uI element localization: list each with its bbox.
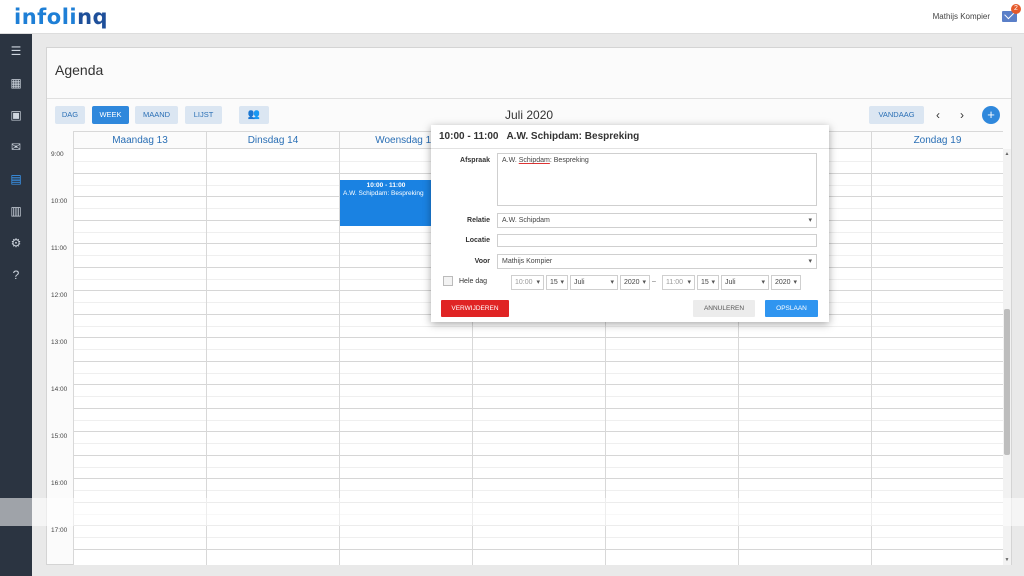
afspraak-textarea[interactable]: A.W. Schipdam: Bespreking xyxy=(497,153,817,206)
save-button[interactable]: OPSLAAN xyxy=(765,300,818,317)
afspraak-label: Afspraak xyxy=(460,157,490,164)
voor-label: Voor xyxy=(474,258,490,265)
overlay-dim xyxy=(0,498,1024,526)
scroll-up-icon[interactable]: ▲ xyxy=(1004,151,1010,157)
today-button[interactable]: VANDAAG xyxy=(869,106,924,124)
delete-button[interactable]: VERWIJDEREN xyxy=(441,300,509,317)
tab-dag[interactable]: DAG xyxy=(55,106,85,124)
next-week-button[interactable]: › xyxy=(960,108,964,122)
dashboard-icon[interactable]: ▦ xyxy=(9,76,23,90)
sidebar: ☰ ▦ ▣ ✉ ▤ ▥ ⚙ ? xyxy=(0,34,32,576)
day-header-sunday[interactable]: Zondag 19 xyxy=(871,132,1003,150)
page-title: Agenda xyxy=(55,62,104,78)
top-bar: infolinq Mathijs Kompier 2 xyxy=(0,0,1024,34)
appointment-dialog: 10:00 - 11:00 A.W. Schipdam: Bespreking … xyxy=(431,125,829,322)
tab-week[interactable]: WEEK xyxy=(92,106,129,124)
prev-week-button[interactable]: ‹ xyxy=(936,108,940,122)
time-label: 11:00 xyxy=(51,245,67,252)
end-year-select[interactable]: 2020 xyxy=(771,275,801,290)
time-label: 16:00 xyxy=(51,480,68,487)
day-header-tuesday[interactable]: Dinsdag 14 xyxy=(206,132,339,150)
mail-badge: 2 xyxy=(1011,4,1021,14)
time-label: 17:00 xyxy=(51,527,68,534)
end-day-select[interactable]: 15 xyxy=(697,275,719,290)
user-name[interactable]: Mathijs Kompier xyxy=(933,12,990,21)
end-month-select[interactable]: Juli xyxy=(721,275,769,290)
cancel-button[interactable]: ANNULEREN xyxy=(693,300,755,317)
tab-maand[interactable]: MAAND xyxy=(135,106,178,124)
time-label: 15:00 xyxy=(51,433,68,440)
time-label: 14:00 xyxy=(51,386,68,393)
time-label: 9:00 xyxy=(51,151,64,158)
time-label: 10:00 xyxy=(51,198,68,205)
settings-icon[interactable]: ⚙ xyxy=(9,236,23,250)
start-time-select[interactable]: 10:00 xyxy=(511,275,544,290)
tab-lijst[interactable]: LIJST xyxy=(185,106,222,124)
end-time-select[interactable]: 11:00 xyxy=(662,275,695,290)
divider xyxy=(47,98,1011,99)
month-label: Juli 2020 xyxy=(505,108,554,122)
contacts-icon[interactable]: ▣ xyxy=(9,108,23,122)
calendar-event[interactable]: 10:00 - 11:00 A.W. Schipdam: Bespreking xyxy=(340,180,432,226)
dialog-title: 10:00 - 11:00 A.W. Schipdam: Bespreking xyxy=(439,131,640,142)
add-appointment-button[interactable]: + xyxy=(982,106,1000,124)
event-title: A.W. Schipdam: Bespreking xyxy=(343,190,424,197)
relatie-select[interactable]: A.W. Schipdam xyxy=(497,213,817,228)
voor-select[interactable]: Mathijs Kompier xyxy=(497,254,817,269)
people-filter-button[interactable]: 👥 xyxy=(239,106,269,124)
event-time: 10:00 - 11:00 xyxy=(366,182,406,189)
hele-dag-label: Hele dag xyxy=(459,278,488,285)
time-label: 12:00 xyxy=(51,292,68,299)
start-month-select[interactable]: Juli xyxy=(570,275,618,290)
range-dash: – xyxy=(652,278,656,285)
hele-dag-checkbox[interactable] xyxy=(443,276,453,286)
menu-icon[interactable]: ☰ xyxy=(9,44,23,58)
day-header-monday[interactable]: Maandag 13 xyxy=(73,132,206,150)
start-day-select[interactable]: 15 xyxy=(546,275,568,290)
clipboard-icon[interactable]: ▥ xyxy=(9,204,23,218)
scroll-thumb[interactable] xyxy=(1004,309,1010,455)
locatie-label: Locatie xyxy=(465,237,490,244)
help-icon[interactable]: ? xyxy=(9,268,23,282)
mail-nav-icon[interactable]: ✉ xyxy=(9,140,23,154)
locatie-input[interactable] xyxy=(497,234,817,247)
logo[interactable]: infolinq xyxy=(14,5,108,29)
calendar-icon[interactable]: ▤ xyxy=(9,172,23,186)
divider xyxy=(431,148,829,149)
scroll-down-icon[interactable]: ▼ xyxy=(1004,557,1010,563)
start-year-select[interactable]: 2020 xyxy=(620,275,650,290)
relatie-label: Relatie xyxy=(467,217,490,224)
time-label: 13:00 xyxy=(51,339,68,346)
